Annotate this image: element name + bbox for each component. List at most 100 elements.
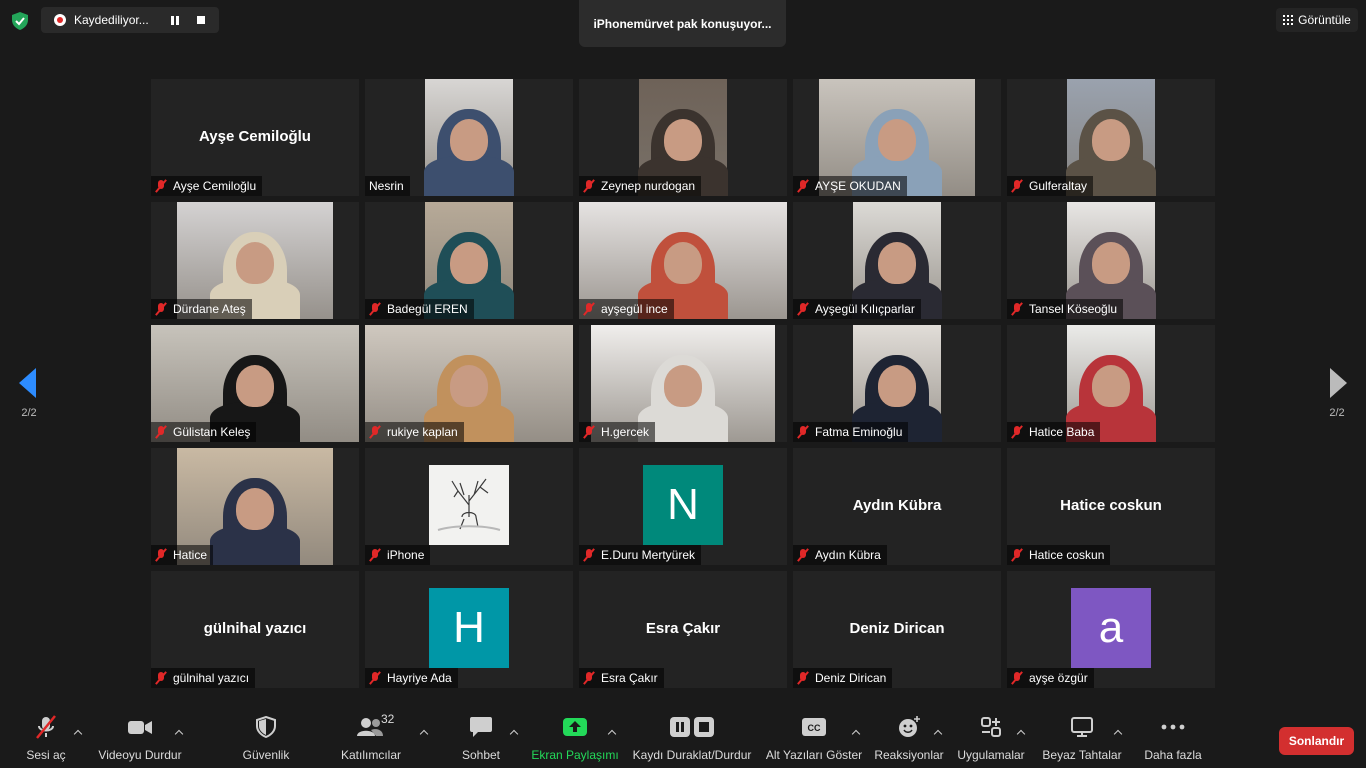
participant-tile[interactable]: H Hayriye Ada	[365, 571, 573, 688]
more-button[interactable]: Daha fazla	[1143, 710, 1203, 768]
stop-recording-button[interactable]	[192, 11, 210, 29]
participant-name-bar: ayşe özgür	[1007, 668, 1094, 688]
participant-name: Hatice Baba	[1029, 425, 1095, 439]
page-indicator-left: 2/2	[21, 407, 37, 419]
participant-name-bar: gülnihal yazıcı	[151, 668, 256, 688]
reactions-label: Reaksiyonlar	[874, 748, 944, 762]
participant-tile[interactable]: Fatma Eminoğlu	[793, 325, 1001, 442]
participant-tile[interactable]: Zeynep nurdogan	[579, 79, 787, 196]
participant-tile[interactable]: Gülistan Keleş	[151, 325, 359, 442]
participant-tile[interactable]: Tansel Köseoğlu	[1007, 202, 1215, 319]
participant-tile[interactable]: Hatice Baba	[1007, 325, 1215, 442]
participant-tile[interactable]: rukiye kaplan	[365, 325, 573, 442]
next-page-button[interactable]: 2/2	[1308, 345, 1366, 435]
participant-video	[424, 79, 514, 196]
video-face	[878, 119, 916, 161]
mic-muted-icon	[154, 548, 168, 562]
video-options-caret[interactable]	[174, 728, 184, 738]
reactions-button[interactable]: Reaksiyonlar	[874, 710, 944, 768]
unmute-button[interactable]: Sesi aç	[26, 710, 66, 768]
participant-tile[interactable]: Aydın Kübra Aydın Kübra	[793, 448, 1001, 565]
recording-label: Kaydediliyor...	[74, 13, 149, 27]
participant-display-name: Ayşe Cemiloğlu	[199, 128, 311, 145]
security-button[interactable]: Güvenlik	[236, 710, 296, 768]
participant-tile[interactable]: Esra Çakır Esra Çakır	[579, 571, 787, 688]
participant-name-bar: E.Duru Mertyürek	[579, 545, 702, 565]
participant-tile[interactable]: Nesrin	[365, 79, 573, 196]
video-face	[878, 365, 916, 407]
reactions-options-caret[interactable]	[933, 728, 943, 738]
chat-options-caret[interactable]	[509, 728, 519, 738]
participant-tile[interactable]: iPhone	[365, 448, 573, 565]
participant-tile[interactable]: Deniz Dirican Deniz Dirican	[793, 571, 1001, 688]
participant-tile[interactable]: Dürdane Ateş	[151, 202, 359, 319]
view-button[interactable]: Görüntüle	[1276, 8, 1358, 32]
video-body	[210, 525, 300, 565]
pause-stop-recording-button[interactable]: Kaydı Duraklat/Durdur	[628, 710, 756, 768]
arrow-left-icon	[19, 368, 36, 398]
shield-check-icon[interactable]	[12, 12, 28, 30]
participant-tile[interactable]: a ayşe özgür	[1007, 571, 1215, 688]
audio-options-caret[interactable]	[73, 728, 83, 738]
pause-stop-recording-label: Kaydı Duraklat/Durdur	[632, 748, 752, 762]
participant-name: rukiye kaplan	[387, 425, 458, 439]
share-options-caret[interactable]	[607, 728, 617, 738]
whiteboards-label: Beyaz Tahtalar	[1042, 748, 1122, 762]
end-meeting-button[interactable]: Sonlandır	[1279, 727, 1354, 755]
share-screen-button[interactable]: Ekran Paylaşımı	[530, 710, 620, 768]
chat-bubble-icon	[461, 710, 501, 744]
arrow-right-icon	[1330, 368, 1347, 398]
participant-name-bar: ayşegül ince	[579, 299, 674, 319]
apps-button[interactable]: Uygulamalar	[956, 710, 1026, 768]
shield-icon	[246, 710, 286, 744]
participant-tile[interactable]: Hatice coskun Hatice coskun	[1007, 448, 1215, 565]
participant-tile[interactable]: H.gercek	[579, 325, 787, 442]
participant-name: Fatma Eminoğlu	[815, 425, 903, 439]
participant-name-bar: Dürdane Ateş	[151, 299, 252, 319]
deer-tree-image	[437, 478, 501, 531]
page-indicator-right: 2/2	[1329, 407, 1345, 419]
participant-name-bar: H.gercek	[579, 422, 656, 442]
mic-muted-icon	[368, 425, 382, 439]
mic-muted-icon	[582, 425, 596, 439]
mic-muted-icon	[368, 302, 382, 316]
participant-name-bar: Ayşegül Kılıçparlar	[793, 299, 921, 319]
participant-tile[interactable]: AYŞE OKUDAN	[793, 79, 1001, 196]
chat-button[interactable]: Sohbet	[456, 710, 506, 768]
apps-options-caret[interactable]	[1016, 728, 1026, 738]
mic-muted-icon	[796, 179, 810, 193]
apps-label: Uygulamalar	[957, 748, 1025, 762]
whiteboard-icon	[1062, 710, 1102, 744]
whiteboards-options-caret[interactable]	[1113, 728, 1123, 738]
video-face	[878, 242, 916, 284]
participant-tile[interactable]: Gulferaltay	[1007, 79, 1215, 196]
mic-muted-icon	[796, 548, 810, 562]
previous-page-button[interactable]: 2/2	[0, 345, 58, 435]
more-label: Daha fazla	[1144, 748, 1202, 762]
stop-video-button[interactable]: Videoyu Durdur	[95, 710, 185, 768]
participants-options-caret[interactable]	[419, 728, 429, 738]
participant-tile[interactable]: Ayşe Cemiloğlu Ayşe Cemiloğlu	[151, 79, 359, 196]
participant-name-bar: Aydın Kübra	[793, 545, 887, 565]
participant-tile[interactable]: gülnihal yazıcı gülnihal yazıcı	[151, 571, 359, 688]
participant-name-bar: AYŞE OKUDAN	[793, 176, 907, 196]
participant-tile[interactable]: N E.Duru Mertyürek	[579, 448, 787, 565]
participants-button[interactable]: 32 Katılımcılar	[340, 710, 402, 768]
participant-tile[interactable]: Ayşegül Kılıçparlar	[793, 202, 1001, 319]
whiteboards-button[interactable]: Beyaz Tahtalar	[1040, 710, 1124, 768]
participant-name-bar: Badegül EREN	[365, 299, 474, 319]
mic-muted-icon	[1010, 548, 1024, 562]
video-face	[1092, 242, 1130, 284]
participant-name: Hayriye Ada	[387, 671, 452, 685]
participant-name: Ayşe Cemiloğlu	[173, 179, 257, 193]
captions-options-caret[interactable]	[851, 728, 861, 738]
participant-display-name: Esra Çakır	[645, 620, 721, 637]
active-speaker-label: iPhonemürvet pak konuşuyor...	[579, 0, 786, 47]
mic-muted-icon	[582, 548, 596, 562]
svg-text:CC: CC	[808, 723, 821, 733]
participant-tile[interactable]: ayşegül ince	[579, 202, 787, 319]
participant-tile[interactable]: Hatice	[151, 448, 359, 565]
pause-recording-button[interactable]	[166, 11, 184, 29]
show-captions-button[interactable]: CC Alt Yazıları Göster	[766, 710, 862, 768]
participant-tile[interactable]: Badegül EREN	[365, 202, 573, 319]
